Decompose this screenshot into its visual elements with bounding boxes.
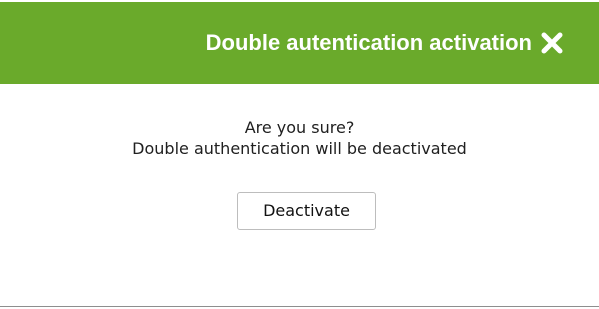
confirmation-question: Are you sure? [244, 118, 355, 137]
deactivate-button[interactable]: Deactivate [237, 192, 376, 230]
close-button[interactable] [540, 31, 564, 55]
deactivation-warning: Double authentication will be deactivate… [132, 139, 467, 158]
dialog-content: Are you sure? Double authentication will… [0, 84, 599, 306]
double-auth-dialog: Double autentication activation Are you … [0, 0, 599, 309]
close-icon[interactable] [540, 31, 564, 55]
dialog-title: Double autentication activation [205, 30, 532, 55]
bottom-divider [0, 306, 599, 307]
dialog-titlebar: Double autentication activation [0, 2, 599, 84]
